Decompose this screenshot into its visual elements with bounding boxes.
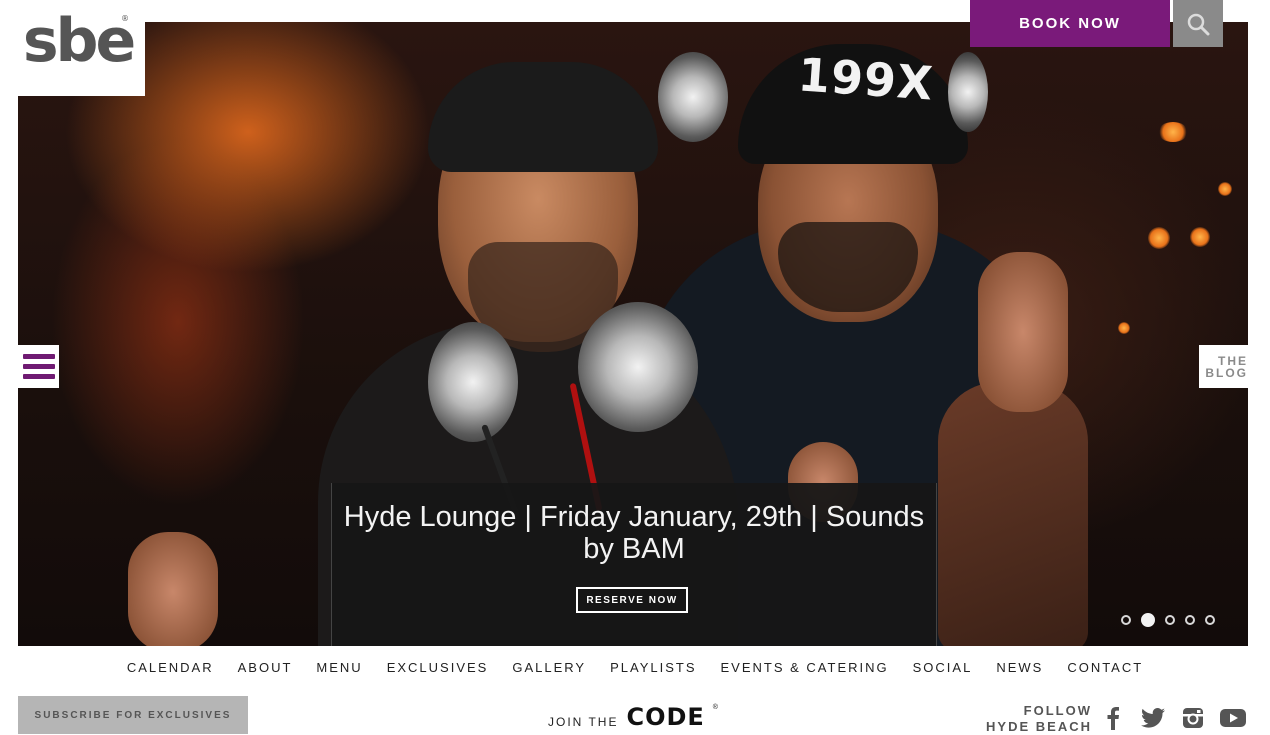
hand	[128, 532, 218, 646]
twitter-icon	[1141, 708, 1165, 728]
hand	[978, 252, 1068, 412]
instagram-icon	[1183, 708, 1203, 728]
code-logo: CODE	[626, 703, 705, 731]
nav-about[interactable]: ABOUT	[226, 660, 305, 675]
search-icon	[1187, 13, 1210, 35]
hamburger-icon	[22, 374, 55, 379]
follow-line2: HYDE BEACH	[986, 719, 1092, 734]
book-now-button[interactable]: BOOK NOW	[970, 0, 1170, 47]
cap-text: 199X	[796, 47, 936, 111]
facebook-icon	[1107, 707, 1119, 730]
hamburger-menu-button[interactable]	[18, 345, 59, 388]
bokeh-light	[1148, 227, 1170, 249]
slider-dot-3[interactable]	[1165, 615, 1175, 625]
youtube-icon	[1220, 709, 1246, 727]
headphone-ear-icon	[428, 322, 518, 442]
slider-dots	[1121, 613, 1215, 627]
slide-title: Hyde Lounge | Friday January, 29th | Sou…	[343, 501, 925, 565]
hamburger-icon	[22, 354, 55, 359]
twitter-link[interactable]	[1140, 705, 1166, 731]
sbe-logo[interactable]: sbe ®	[18, 0, 145, 96]
nav-social[interactable]: SOCIAL	[901, 660, 985, 675]
nav-exclusives[interactable]: EXCLUSIVES	[375, 660, 501, 675]
social-links	[1100, 705, 1246, 731]
join-the-code-link[interactable]: JOIN THE CODE ®	[548, 704, 718, 730]
slider-dot-4[interactable]	[1185, 615, 1195, 625]
slide-caption: Hyde Lounge | Friday January, 29th | Sou…	[331, 483, 937, 646]
logo-text: sbe	[22, 6, 136, 76]
code-registered-mark: ®	[712, 704, 718, 711]
headphone-ear-icon	[948, 52, 988, 132]
nav-gallery[interactable]: GALLERY	[500, 660, 598, 675]
bokeh-light	[1118, 322, 1130, 334]
join-label: JOIN THE	[548, 715, 619, 729]
headphone-ear-icon	[578, 302, 698, 432]
hamburger-icon	[22, 364, 55, 369]
nav-news[interactable]: NEWS	[984, 660, 1055, 675]
dj-beanie	[428, 62, 658, 172]
slider-dot-5[interactable]	[1205, 615, 1215, 625]
instagram-link[interactable]	[1180, 705, 1206, 731]
slider-dot-1[interactable]	[1121, 615, 1131, 625]
facebook-link[interactable]	[1100, 705, 1126, 731]
nav-menu[interactable]: MENU	[304, 660, 374, 675]
slider-dot-2[interactable]	[1141, 613, 1155, 627]
follow-line1: FOLLOW	[1023, 703, 1092, 718]
main-nav: CALENDAR ABOUT MENU EXCLUSIVES GALLERY P…	[0, 660, 1270, 675]
nav-contact[interactable]: CONTACT	[1055, 660, 1155, 675]
bokeh-light	[1218, 182, 1232, 196]
nav-calendar[interactable]: CALENDAR	[115, 660, 226, 675]
headphone-ear-icon	[658, 52, 728, 142]
nav-events-catering[interactable]: EVENTS & CATERING	[709, 660, 901, 675]
logo-registered-mark: ®	[121, 14, 129, 23]
reserve-now-button[interactable]: RESERVE NOW	[576, 587, 688, 613]
follow-label: FOLLOW HYDE BEACH	[962, 703, 1092, 735]
search-button[interactable]	[1173, 0, 1223, 47]
bokeh-light	[1190, 227, 1210, 247]
bokeh-light	[1158, 122, 1188, 142]
blog-tab-line2: BLOG	[1205, 366, 1248, 380]
the-blog-tab[interactable]: THE BLOG	[1199, 345, 1248, 388]
subscribe-button[interactable]: SUBSCRIBE FOR EXCLUSIVES	[18, 696, 248, 734]
youtube-link[interactable]	[1220, 705, 1246, 731]
nav-playlists[interactable]: PLAYLISTS	[598, 660, 708, 675]
tattooed-arm	[938, 382, 1088, 646]
